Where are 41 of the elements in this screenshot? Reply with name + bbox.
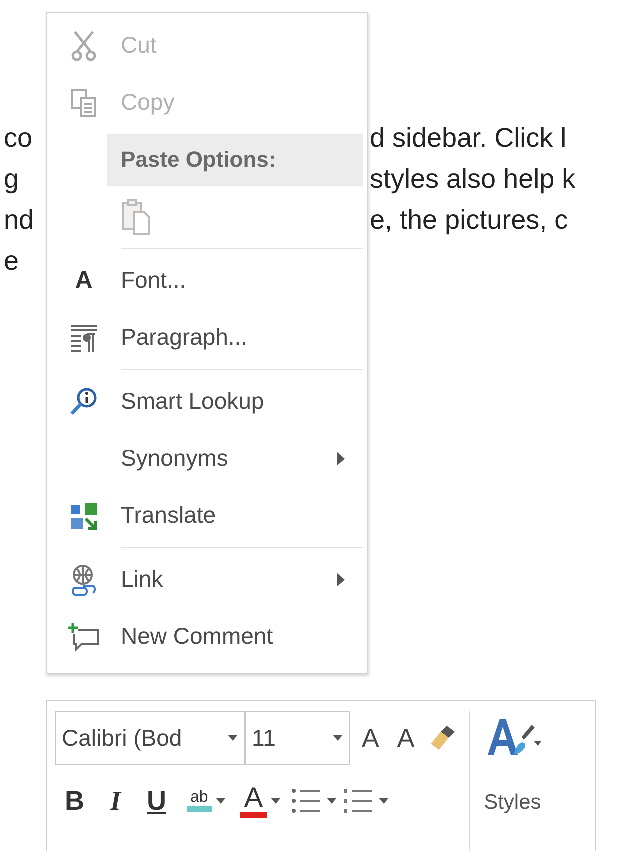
bullet-list-icon[interactable] xyxy=(291,787,321,815)
font-color-button[interactable]: A xyxy=(236,779,285,823)
numbered-list-icon[interactable] xyxy=(343,787,373,815)
menu-item[interactable]: Synonyms xyxy=(121,430,337,487)
paste-options-header: Paste Options: xyxy=(107,134,363,186)
dropdown-caret-icon xyxy=(216,798,226,804)
copy-icon xyxy=(70,88,98,118)
document-text: co xyxy=(3,123,34,154)
bold-button[interactable]: B xyxy=(55,786,94,816)
document-text: e xyxy=(3,246,20,277)
underline-button[interactable]: U xyxy=(137,786,177,816)
search-info-icon xyxy=(69,386,99,416)
scissors-icon xyxy=(71,30,97,62)
paragraph-icon xyxy=(69,324,99,352)
dropdown-caret-icon xyxy=(228,735,238,741)
document-text: nd xyxy=(3,205,36,236)
menu-item[interactable]: Link xyxy=(121,551,337,608)
translate-icon xyxy=(69,500,99,530)
font-size-field[interactable]: 11 xyxy=(245,711,350,765)
highlight-button[interactable]: ab xyxy=(182,779,230,823)
menu-item[interactable]: Paragraph... xyxy=(121,309,367,366)
font-icon: A xyxy=(75,266,93,294)
shrink-font-button[interactable]: A xyxy=(391,722,421,754)
globe-link-icon xyxy=(69,564,99,596)
document-text: styles also help k xyxy=(370,164,576,195)
dropdown-caret-icon xyxy=(333,735,343,741)
styles-button[interactable]: Styles xyxy=(468,711,550,851)
grow-font-button[interactable]: A xyxy=(356,722,386,754)
dropdown-caret-icon xyxy=(327,798,337,804)
document-text: e, the pictures, c xyxy=(370,205,568,236)
menu-item[interactable]: New Comment xyxy=(121,608,367,665)
italic-button[interactable]: I xyxy=(100,786,132,816)
document-text: d sidebar. Click l xyxy=(370,123,567,154)
dropdown-caret-icon xyxy=(379,798,389,804)
menu-item[interactable]: Font... xyxy=(121,252,367,309)
document-text: g xyxy=(3,164,20,195)
menu-item[interactable]: Smart Lookup xyxy=(121,373,367,430)
font-name-field[interactable]: Calibri (Bod xyxy=(55,711,245,765)
dropdown-caret-icon xyxy=(271,798,281,804)
menu-item[interactable]: Translate xyxy=(121,487,367,544)
comment-add-icon xyxy=(68,622,100,652)
